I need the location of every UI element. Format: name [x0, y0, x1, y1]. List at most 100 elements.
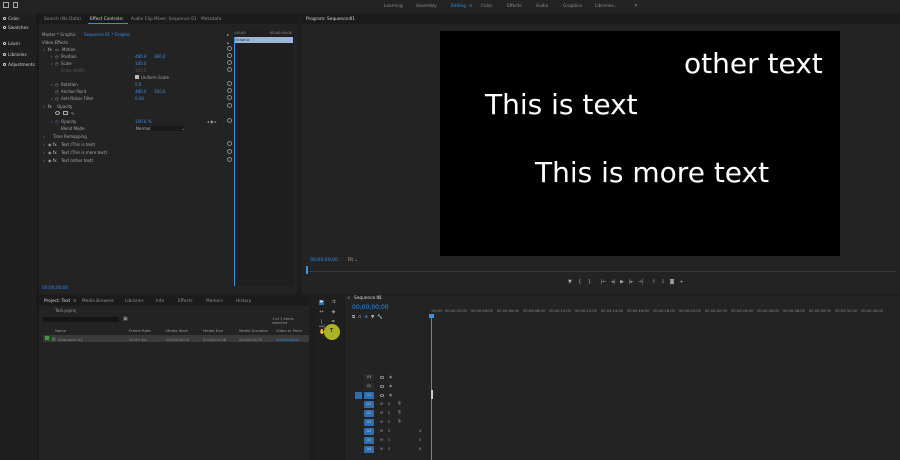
eye-icon[interactable]: ◉	[48, 158, 52, 163]
timeline-playhead[interactable]	[431, 316, 432, 460]
workspace-assembly[interactable]: Assembly	[416, 4, 437, 9]
fx-badge-icon[interactable]: fx	[48, 104, 52, 109]
time-remap-row[interactable]: › Time Remapping	[39, 133, 232, 140]
timeline-timecode[interactable]: 00;00;00;00	[352, 304, 389, 311]
razor-tool-icon[interactable]: ◈	[331, 310, 336, 315]
export-icon[interactable]	[13, 2, 18, 8]
reset-icon[interactable]	[227, 149, 232, 154]
mute-icon[interactable]: M	[380, 429, 383, 433]
eye-icon[interactable]: ◉	[389, 393, 392, 397]
fit-select[interactable]: Fit ⌄	[348, 258, 368, 264]
keyframe-nav-icon[interactable]: ◂ ◆ ▸	[207, 119, 217, 124]
tab-history[interactable]: History	[236, 299, 251, 304]
workspace-color[interactable]: Color	[481, 4, 492, 9]
program-video-frame[interactable]: other text This is text This is more tex…	[440, 31, 840, 256]
mute-icon[interactable]: M	[380, 402, 383, 406]
column-media-start[interactable]: Media Start	[166, 328, 188, 333]
tab-markers[interactable]: Markers	[206, 299, 223, 304]
nav-swatches[interactable]: Swatches	[3, 26, 29, 31]
settings-icon[interactable]: 🔧	[377, 315, 383, 320]
column-media-end[interactable]: Media End	[203, 328, 223, 333]
nav-learn[interactable]: Learn	[3, 42, 20, 47]
track-target[interactable]: V3	[364, 374, 374, 381]
reset-icon[interactable]	[227, 67, 232, 72]
lift-icon[interactable]: ⇪	[652, 279, 656, 285]
ec-playhead[interactable]	[234, 37, 235, 286]
go-to-out-icon[interactable]: →|	[638, 279, 644, 285]
track-target[interactable]: A1	[364, 401, 374, 408]
track-toggle-icon[interactable]	[380, 394, 384, 397]
slip-tool-icon[interactable]: |↔|	[319, 320, 325, 330]
camera-icon[interactable]: ◙	[670, 279, 675, 285]
blend-mode-select[interactable]: Normal ⌄	[135, 126, 185, 131]
mute-icon[interactable]: M	[380, 420, 383, 424]
position-y[interactable]: 360.0	[154, 54, 165, 59]
insert-sequence-icon[interactable]: ⧉	[352, 315, 355, 320]
column-media-duration[interactable]: Media Duration	[239, 328, 268, 333]
track-target[interactable]: A4	[364, 428, 374, 435]
stopwatch-icon[interactable]: ◷	[55, 54, 59, 59]
workspace-editing[interactable]: Editing	[451, 4, 466, 9]
mute-icon[interactable]: M	[380, 447, 383, 451]
mic-icon[interactable]: 🎙	[397, 410, 402, 414]
close-icon[interactable]: ×	[347, 296, 351, 301]
position-x[interactable]: 480.0	[135, 54, 146, 59]
reset-icon[interactable]	[227, 60, 232, 65]
snap-icon[interactable]: ∩	[358, 315, 361, 320]
track-target[interactable]: A2	[364, 410, 374, 417]
scale-value[interactable]: 100.0	[135, 61, 146, 66]
new-search-bin-icon[interactable]: ▣	[123, 316, 128, 322]
uniform-scale-checkbox[interactable]	[135, 75, 139, 79]
button-editor-icon[interactable]: +	[679, 279, 683, 285]
anchor-y[interactable]: 360.0	[154, 89, 165, 94]
workspace-learning[interactable]: Learning	[384, 4, 403, 9]
opacity-value[interactable]: 100.0 %	[135, 119, 152, 124]
text-layer-row[interactable]: › ◉ fx Text (This is text)	[39, 141, 232, 148]
fx-badge-icon[interactable]: fx	[48, 47, 52, 52]
track-toggle-icon[interactable]	[380, 376, 384, 379]
opacity-row[interactable]: › fx Opacity	[39, 103, 232, 110]
step-back-icon[interactable]: ◂|	[611, 279, 615, 285]
anti-flicker-value[interactable]: 0.00	[135, 96, 144, 101]
column-name[interactable]: Name	[55, 328, 66, 333]
track-select-icon[interactable]: ⇉	[331, 300, 336, 305]
track-target[interactable]: A6	[364, 446, 374, 453]
solo-icon[interactable]: S	[388, 411, 390, 415]
solo-icon[interactable]: S	[388, 420, 390, 424]
reset-icon[interactable]	[227, 88, 232, 93]
mute-icon[interactable]: M	[380, 411, 383, 415]
source-patch-v1[interactable]	[355, 392, 362, 399]
project-search-input[interactable]	[43, 317, 119, 322]
pen-mask-icon[interactable]: ✎	[71, 111, 74, 116]
ellipse-mask-icon[interactable]	[55, 111, 60, 115]
tab-metadata[interactable]: Metadata	[201, 17, 221, 22]
nav-libraries[interactable]: Libraries	[3, 53, 27, 58]
reset-icon[interactable]	[227, 118, 232, 123]
stopwatch-icon[interactable]: ◷	[55, 82, 59, 87]
nav-adjustments[interactable]: Adjustments	[3, 63, 35, 68]
go-to-in-icon[interactable]: |←	[601, 279, 607, 285]
tab-audio-clip-mixer[interactable]: Audio Clip Mixer: Sequence 01	[131, 17, 197, 22]
text-layer-row[interactable]: › ◉ fx Text (This is more text)	[39, 149, 232, 156]
selection-tool-icon[interactable]: ➤	[319, 300, 324, 305]
reset-icon[interactable]	[227, 95, 232, 100]
play-icon[interactable]: ▶	[620, 279, 624, 285]
playhead-handle[interactable]	[429, 314, 434, 318]
master-clip[interactable]: Master * Graphic	[42, 32, 76, 37]
add-marker-icon[interactable]: ▼	[568, 279, 572, 285]
ec-clip-bar[interactable]: Graphic	[234, 37, 293, 43]
eye-icon[interactable]: ◉	[48, 150, 52, 155]
motion-row[interactable]: › fx ▭ Motion	[39, 46, 232, 53]
table-row[interactable]: ▥ Sequence 01 29.97 fps 00;00;00;00 00;0…	[43, 335, 309, 342]
track-target[interactable]: V1	[364, 392, 374, 399]
step-forward-icon[interactable]: |▸	[629, 279, 633, 285]
workspace-libraries[interactable]: Libraries...	[595, 4, 618, 9]
solo-icon[interactable]: S	[388, 429, 390, 433]
more-workspaces-icon[interactable]: »	[634, 2, 638, 9]
eye-icon[interactable]: ◉	[389, 375, 392, 379]
tab-media-browser[interactable]: Media Browser	[82, 299, 114, 304]
track-target[interactable]: A5	[364, 437, 374, 444]
rotation-value[interactable]: 0.0	[135, 82, 141, 87]
program-timecode[interactable]: 00;00;00;00	[310, 258, 338, 263]
anchor-x[interactable]: 480.0	[135, 89, 146, 94]
